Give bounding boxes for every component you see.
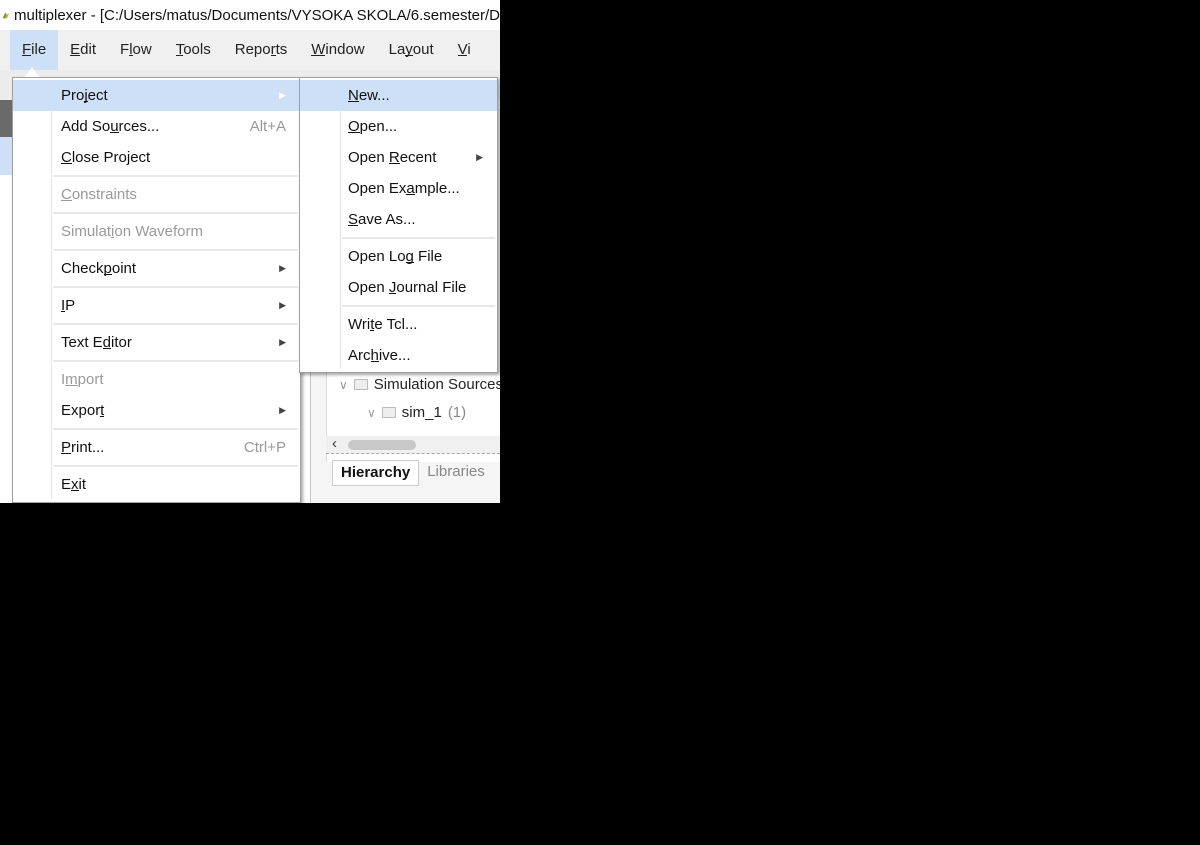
menu-vi[interactable]: Vi <box>446 30 483 70</box>
tree-row-count: (1) <box>447 404 467 421</box>
folder-icon <box>381 407 396 418</box>
menu-item-label: Simulation Waveform <box>61 223 203 240</box>
menu-item-label: Text Editor <box>61 334 132 351</box>
submenu-arrow-icon: ▶ <box>279 90 286 100</box>
menu-item-label: Open Recent <box>348 149 437 166</box>
menu-item-exit[interactable]: Exit <box>13 469 300 500</box>
menu-item-label: Constraints <box>61 186 137 203</box>
menu-item-checkpoint[interactable]: Checkpoint ▶ <box>13 253 300 284</box>
menu-item-archive[interactable]: Archive... <box>300 340 497 371</box>
menu-item-new[interactable]: New... <box>300 80 497 111</box>
shortcut-label: Alt+A <box>249 118 286 135</box>
menu-item-label: Open Example... <box>348 180 460 197</box>
menu-item-label: Export <box>61 402 105 419</box>
menu-item-write-tcl[interactable]: Write Tcl... <box>300 309 497 340</box>
menu-item-ip[interactable]: IP ▶ <box>13 290 300 321</box>
menu-file[interactable]: File <box>10 30 59 70</box>
menu-item-print[interactable]: Print... Ctrl+P <box>13 432 300 463</box>
submenu-arrow-icon: ▶ <box>279 405 286 415</box>
menu-item-simulation-waveform: Simulation Waveform ▶ <box>13 216 300 247</box>
shortcut-label: Ctrl+P <box>243 439 286 456</box>
tab-libraries[interactable]: Libraries <box>419 460 493 486</box>
tab-hierarchy[interactable]: Hierarchy <box>332 460 420 486</box>
menu-item-label: Layout <box>388 41 434 58</box>
menu-item-label: Tools <box>175 41 211 58</box>
menu-item-label: Open Journal File <box>348 279 467 296</box>
submenu-arrow-icon: ▶ <box>279 300 286 310</box>
menu-item-label: Write Tcl... <box>348 316 418 333</box>
menu-item-add-sources[interactable]: Add Sources... Alt+A <box>13 111 300 142</box>
chevron-down-icon[interactable]: ∨ <box>339 378 348 392</box>
menu-item-label: Flow <box>120 41 152 58</box>
project-submenu: New... Open... Open Recent ▶ Open Example...… <box>299 77 498 373</box>
menu-item-label: Save As... <box>348 211 416 228</box>
menu-item-open-log-file[interactable]: Open Log File <box>300 241 497 272</box>
menu-item-label: Add Sources... <box>61 118 160 135</box>
vivado-logo-icon <box>2 12 10 19</box>
menu-pointer <box>25 67 39 77</box>
menu-item-label: Open Log File <box>348 248 443 265</box>
menu-item-label: Vi <box>457 41 471 58</box>
scrollbar-thumb[interactable] <box>348 440 416 450</box>
tree-row-sim-1[interactable]: ∨ sim_1 (1) <box>367 404 466 421</box>
file-menu: Project ▶ Add Sources... Alt+A Close Project… <box>12 77 301 503</box>
menu-item-label: New... <box>348 87 390 104</box>
tree-row-simulation-sources[interactable]: ∨ Simulation Sources <box>339 376 500 393</box>
submenu-arrow-icon: ▶ <box>279 374 286 384</box>
submenu-arrow-icon: ▶ <box>279 226 286 236</box>
submenu-arrow-icon: ▶ <box>279 337 286 347</box>
horizontal-scrollbar[interactable]: ‹ <box>326 435 500 454</box>
menu-item-label: Exit <box>61 476 87 493</box>
menu-item-import: Import ▶ <box>13 364 300 395</box>
menu-item-label: Reports <box>234 41 288 58</box>
menu-item-open[interactable]: Open... <box>300 111 497 142</box>
tree-row-label: sim_1 <box>401 404 442 421</box>
menu-item-label: Import <box>61 371 104 388</box>
menu-item-constraints: Constraints ▶ <box>13 179 300 210</box>
chevron-down-icon[interactable]: ∨ <box>367 406 376 420</box>
menu-item-label: Print... <box>61 439 105 456</box>
menu-item-export[interactable]: Export ▶ <box>13 395 300 426</box>
menu-item-label: IP <box>61 297 76 314</box>
menu-item-close-project[interactable]: Close Project <box>13 142 300 173</box>
menu-layout[interactable]: Layout <box>377 30 446 70</box>
folder-icon <box>353 379 368 390</box>
menu-item-label: Archive... <box>348 347 411 364</box>
menu-item-text-editor[interactable]: Text Editor ▶ <box>13 327 300 358</box>
menu-item-open-journal-file[interactable]: Open Journal File <box>300 272 497 303</box>
menu-item-label: Checkpoint <box>61 260 137 277</box>
menu-item-label: File <box>22 41 47 58</box>
menu-item-label: Window <box>311 41 365 58</box>
menu-item-label: Edit <box>70 41 97 58</box>
vivado-window: multiplexer - [C:/Users/matus/Documents/… <box>0 0 500 503</box>
window-title: multiplexer - [C:/Users/matus/Documents/… <box>14 6 500 24</box>
menu-bar: File Edit Flow Tools Reports Window Layout Vi <box>0 30 500 70</box>
tree-row-label: Simulation Sources <box>373 376 500 393</box>
menu-window[interactable]: Window <box>299 30 376 70</box>
menu-item-label: Project <box>61 87 108 104</box>
scroll-left-icon[interactable]: ‹ <box>332 435 337 452</box>
title-bar: multiplexer - [C:/Users/matus/Documents/… <box>0 0 500 30</box>
menu-item-project[interactable]: Project ▶ <box>13 80 300 111</box>
menu-flow[interactable]: Flow <box>108 30 164 70</box>
submenu-arrow-icon: ▶ <box>476 152 483 162</box>
sources-tabs: Hierarchy Libraries <box>326 456 500 490</box>
menu-reports[interactable]: Reports <box>223 30 300 70</box>
menu-item-label: Open... <box>348 118 398 135</box>
menu-item-open-example[interactable]: Open Example... <box>300 173 497 204</box>
submenu-arrow-icon: ▶ <box>279 189 286 199</box>
submenu-arrow-icon: ▶ <box>279 263 286 273</box>
menu-item-save-as[interactable]: Save As... <box>300 204 497 235</box>
menu-item-open-recent[interactable]: Open Recent ▶ <box>300 142 497 173</box>
menu-tools[interactable]: Tools <box>164 30 223 70</box>
menu-item-label: Close Project <box>61 149 151 166</box>
menu-edit[interactable]: Edit <box>58 30 108 70</box>
